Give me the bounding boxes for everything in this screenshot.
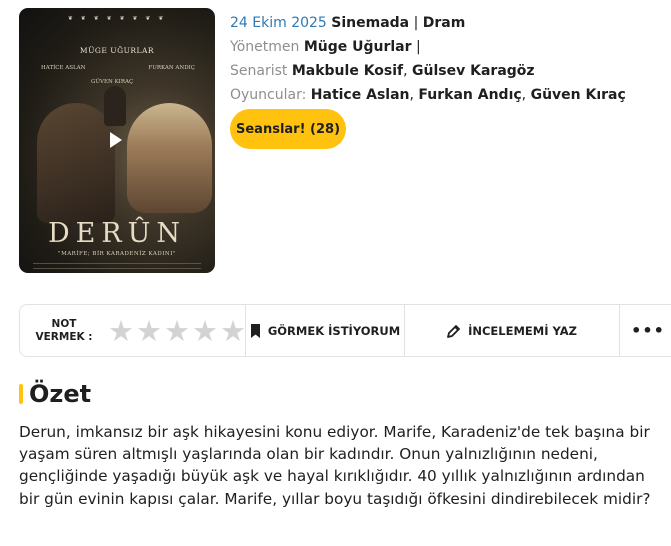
summary-heading: Özet [19, 380, 91, 408]
star-icon[interactable]: ★ [192, 316, 218, 346]
play-trailer-icon[interactable] [110, 132, 122, 148]
award-laurels: ❦ ❦ ❦ ❦ ❦ ❦ ❦ ❦ [67, 15, 167, 22]
poster-cast-right: FURKAN ANDIÇ [148, 65, 195, 71]
director-label: Yönetmen [230, 39, 300, 55]
poster-credit-block [33, 263, 201, 269]
release-status[interactable]: Sinemada [331, 15, 409, 31]
rate-label-line1: NOT [51, 317, 77, 330]
genre[interactable]: Dram [423, 15, 466, 31]
director-row: Yönetmen Müge Uğurlar | [230, 35, 626, 59]
writer-link[interactable]: Makbule Kosif [292, 63, 403, 79]
movie-poster[interactable]: ❦ ❦ ❦ ❦ ❦ ❦ ❦ ❦ MÜGE UĞURLAR HATİCE ASLA… [19, 8, 215, 273]
poster-figure-background [104, 86, 126, 126]
release-row: 24 Ekim 2025 Sinemada | Dram [230, 11, 626, 35]
separator: | [415, 39, 421, 55]
star-icon[interactable]: ★ [164, 316, 190, 346]
action-bar: NOT VERMEK : ★ ★ ★ ★ ★ GÖRMEK İSTİYORUM … [19, 304, 671, 357]
cast-link[interactable]: Furkan Andıç [418, 87, 521, 103]
summary-text: Derun, imkansız bir aşk hikayesini konu … [19, 423, 651, 508]
watchlist-button[interactable]: GÖRMEK İSTİYORUM [246, 323, 404, 338]
rate-label-line2: VERMEK : [35, 330, 93, 343]
poster-figure-woman [127, 103, 212, 213]
write-review-button[interactable]: İNCELEMEMİ YAZ [405, 324, 619, 338]
writer-link[interactable]: Gülsev Karagöz [412, 63, 535, 79]
star-rating[interactable]: ★ ★ ★ ★ ★ [108, 316, 246, 346]
star-icon[interactable]: ★ [220, 316, 246, 346]
showtimes-button[interactable]: Seanslar! (28) [230, 109, 346, 149]
cast-label: Oyuncular: [230, 87, 307, 103]
writer-row: Senarist Makbule Kosif, Gülsev Karagöz [230, 63, 535, 79]
star-icon[interactable]: ★ [108, 316, 134, 346]
cast-row: Oyuncular: Hatice Aslan, Furkan Andıç, G… [230, 87, 626, 103]
cast-link[interactable]: Güven Kıraç [531, 87, 626, 103]
more-options-button[interactable]: ••• [620, 321, 671, 340]
bookmark-icon [250, 323, 260, 338]
cast-link[interactable]: Hatice Aslan [311, 87, 410, 103]
director-link[interactable]: Müge Uğurlar [304, 39, 412, 55]
poster-title: DERÛN [47, 218, 187, 249]
release-date[interactable]: 24 Ekim 2025 [230, 15, 327, 31]
rate-label: NOT VERMEK : [20, 318, 108, 344]
poster-tagline: "MARİFE; BİR KARADENİZ KADINI" [58, 251, 176, 257]
writer-label: Senarist [230, 63, 288, 79]
poster-cast-left: HATİCE ASLAN [41, 65, 86, 71]
review-label: İNCELEMEMİ YAZ [468, 323, 577, 338]
summary-title: Özet [29, 380, 92, 408]
movie-info: 24 Ekim 2025 Sinemada | Dram Yönetmen Mü… [230, 11, 626, 107]
separator: | [413, 15, 419, 31]
poster-cast-middle: GÜVEN KIRAÇ [91, 79, 134, 85]
star-icon[interactable]: ★ [136, 316, 162, 346]
heading-accent-bar [19, 384, 23, 404]
pen-icon [447, 324, 460, 338]
poster-director-credit: MÜGE UĞURLAR [79, 46, 155, 55]
watchlist-label: GÖRMEK İSTİYORUM [267, 323, 401, 338]
